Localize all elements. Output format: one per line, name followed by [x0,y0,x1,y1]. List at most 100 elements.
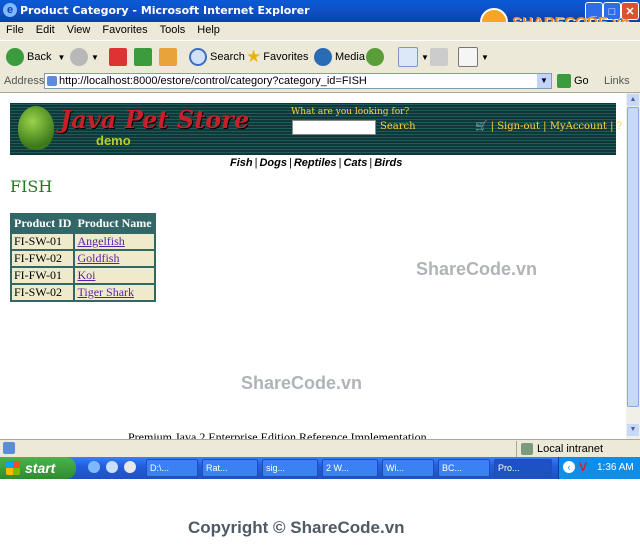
category-link-fish[interactable]: Fish [230,157,253,169]
antivirus-icon[interactable]: V [579,460,587,474]
pet-store-banner: Java Pet Store demo What are you looking… [10,103,622,155]
intranet-icon [521,443,533,455]
product-link[interactable]: Koi [77,268,95,282]
ie-icon: e [3,3,17,17]
category-title: FISH [10,177,53,196]
refresh-button[interactable] [134,46,155,68]
stop-button[interactable] [109,46,130,68]
forward-button[interactable]: ▼ [70,46,99,68]
windows-flag-icon [6,461,20,475]
menu-favorites[interactable]: Favorites [96,22,153,38]
security-zone: Local intranet [516,441,603,457]
task-button[interactable]: sig... [262,459,318,477]
search-icon [189,48,207,66]
home-button[interactable] [159,46,180,68]
product-link[interactable]: Angelfish [77,234,124,248]
cart-icon[interactable]: 🛒 [475,121,487,132]
task-button[interactable]: Rat... [202,459,258,477]
category-link-birds[interactable]: Birds [374,157,402,169]
table-row: FI-SW-02 Tiger Shark [12,285,154,300]
task-button[interactable]: BC... [438,459,490,477]
my-account-link[interactable]: MyAccount [550,121,607,132]
refresh-icon [134,48,152,66]
table-row: FI-FW-02 Goldfish [12,251,154,266]
go-button[interactable]: Go [557,74,589,88]
address-bar: Address http://localhost:8000/estore/con… [0,72,640,93]
word-icon [458,47,478,67]
search-input[interactable] [292,120,376,135]
column-header: Product ID [12,215,74,232]
media-quicklaunch-icon[interactable] [124,461,136,473]
taskbar: start D:\... Rat... sig... 2 W... Wi... … [0,457,640,479]
footer-text: Premium Java 2 Enterprise Edition Refere… [128,430,427,439]
search-button[interactable]: Search [189,46,245,68]
page-status-icon [3,442,15,454]
address-label: Address [4,75,45,87]
address-input[interactable]: http://localhost:8000/estore/control/cat… [44,73,552,89]
watermark: ShareCode.vn [241,373,363,393]
table-row: FI-FW-01 Koi [12,268,154,283]
sign-out-link[interactable]: Sign-out [497,121,540,132]
favorites-button[interactable]: ★ Favorites [246,46,309,68]
tray-arrow-icon[interactable]: ‹ [563,461,575,473]
watermark: ShareCode.vn [416,259,538,279]
edit-button[interactable]: ▼ [458,46,489,68]
address-dropdown-icon[interactable]: ▼ [537,74,551,88]
menu-help[interactable]: Help [191,22,226,38]
help-link[interactable]: ? [617,121,622,132]
stop-icon [109,48,127,66]
history-button[interactable] [366,46,387,68]
category-link-dogs[interactable]: Dogs [259,157,287,169]
links-label[interactable]: Links [604,75,630,87]
menu-view[interactable]: View [61,22,97,38]
print-button[interactable] [430,46,451,68]
scroll-thumb[interactable] [627,107,639,407]
back-arrow-icon [6,48,24,66]
task-button[interactable]: 2 W... [322,459,378,477]
status-bar: Local intranet [0,439,640,458]
ie-quicklaunch-icon[interactable] [106,461,118,473]
category-link-reptiles[interactable]: Reptiles [294,157,337,169]
start-button[interactable]: start [0,457,76,479]
go-arrow-icon [557,74,571,88]
menu-edit[interactable]: Edit [30,22,61,38]
category-nav: Fish | Dogs | Reptiles | Cats | Birds [230,157,403,169]
parrot-logo-icon [18,106,54,150]
menu-bar: File Edit View Favorites Tools Help [0,22,640,40]
task-button[interactable]: Pro... [494,459,552,477]
page-icon [47,76,57,86]
media-icon [314,48,332,66]
history-icon [366,48,384,66]
table-header: Product ID Product Name [12,215,154,232]
menu-tools[interactable]: Tools [154,22,192,38]
print-icon [430,48,448,66]
column-header: Product Name [75,215,154,232]
window-title: Product Category - Microsoft Internet Ex… [20,4,310,17]
ie-quicklaunch-icon[interactable] [88,461,100,473]
scroll-down-icon[interactable]: ▼ [627,424,639,436]
copyright-watermark: Copyright © ShareCode.vn [188,518,405,537]
mail-button[interactable]: ▼ [398,46,429,68]
clock: 1:36 AM [597,462,634,473]
forward-arrow-icon [70,48,88,66]
search-submit[interactable]: Search [380,121,416,132]
search-prompt: What are you looking for? [291,107,410,117]
vertical-scrollbar[interactable]: ▲ ▼ [626,93,640,439]
logo-text[interactable]: Java Pet Store [60,105,249,134]
toolbar: Back ▼ ▼ Search ★ Favorites Media ▼ ▼ [0,40,640,74]
product-id: FI-FW-02 [12,251,74,266]
back-button[interactable]: Back ▼ [6,46,65,68]
task-button[interactable]: D:\... [146,459,198,477]
category-link-cats[interactable]: Cats [344,157,368,169]
product-link[interactable]: Tiger Shark [77,285,134,299]
account-links: 🛒 | Sign-out | MyAccount | ? [475,121,623,132]
task-button[interactable]: Wi... [382,459,434,477]
home-icon [159,48,177,66]
mail-icon [398,47,418,67]
media-button[interactable]: Media [314,46,365,68]
menu-file[interactable]: File [0,22,30,38]
product-link[interactable]: Goldfish [77,251,119,265]
scroll-up-icon[interactable]: ▲ [627,94,639,106]
product-id: FI-SW-02 [12,285,74,300]
product-id: FI-FW-01 [12,268,74,283]
